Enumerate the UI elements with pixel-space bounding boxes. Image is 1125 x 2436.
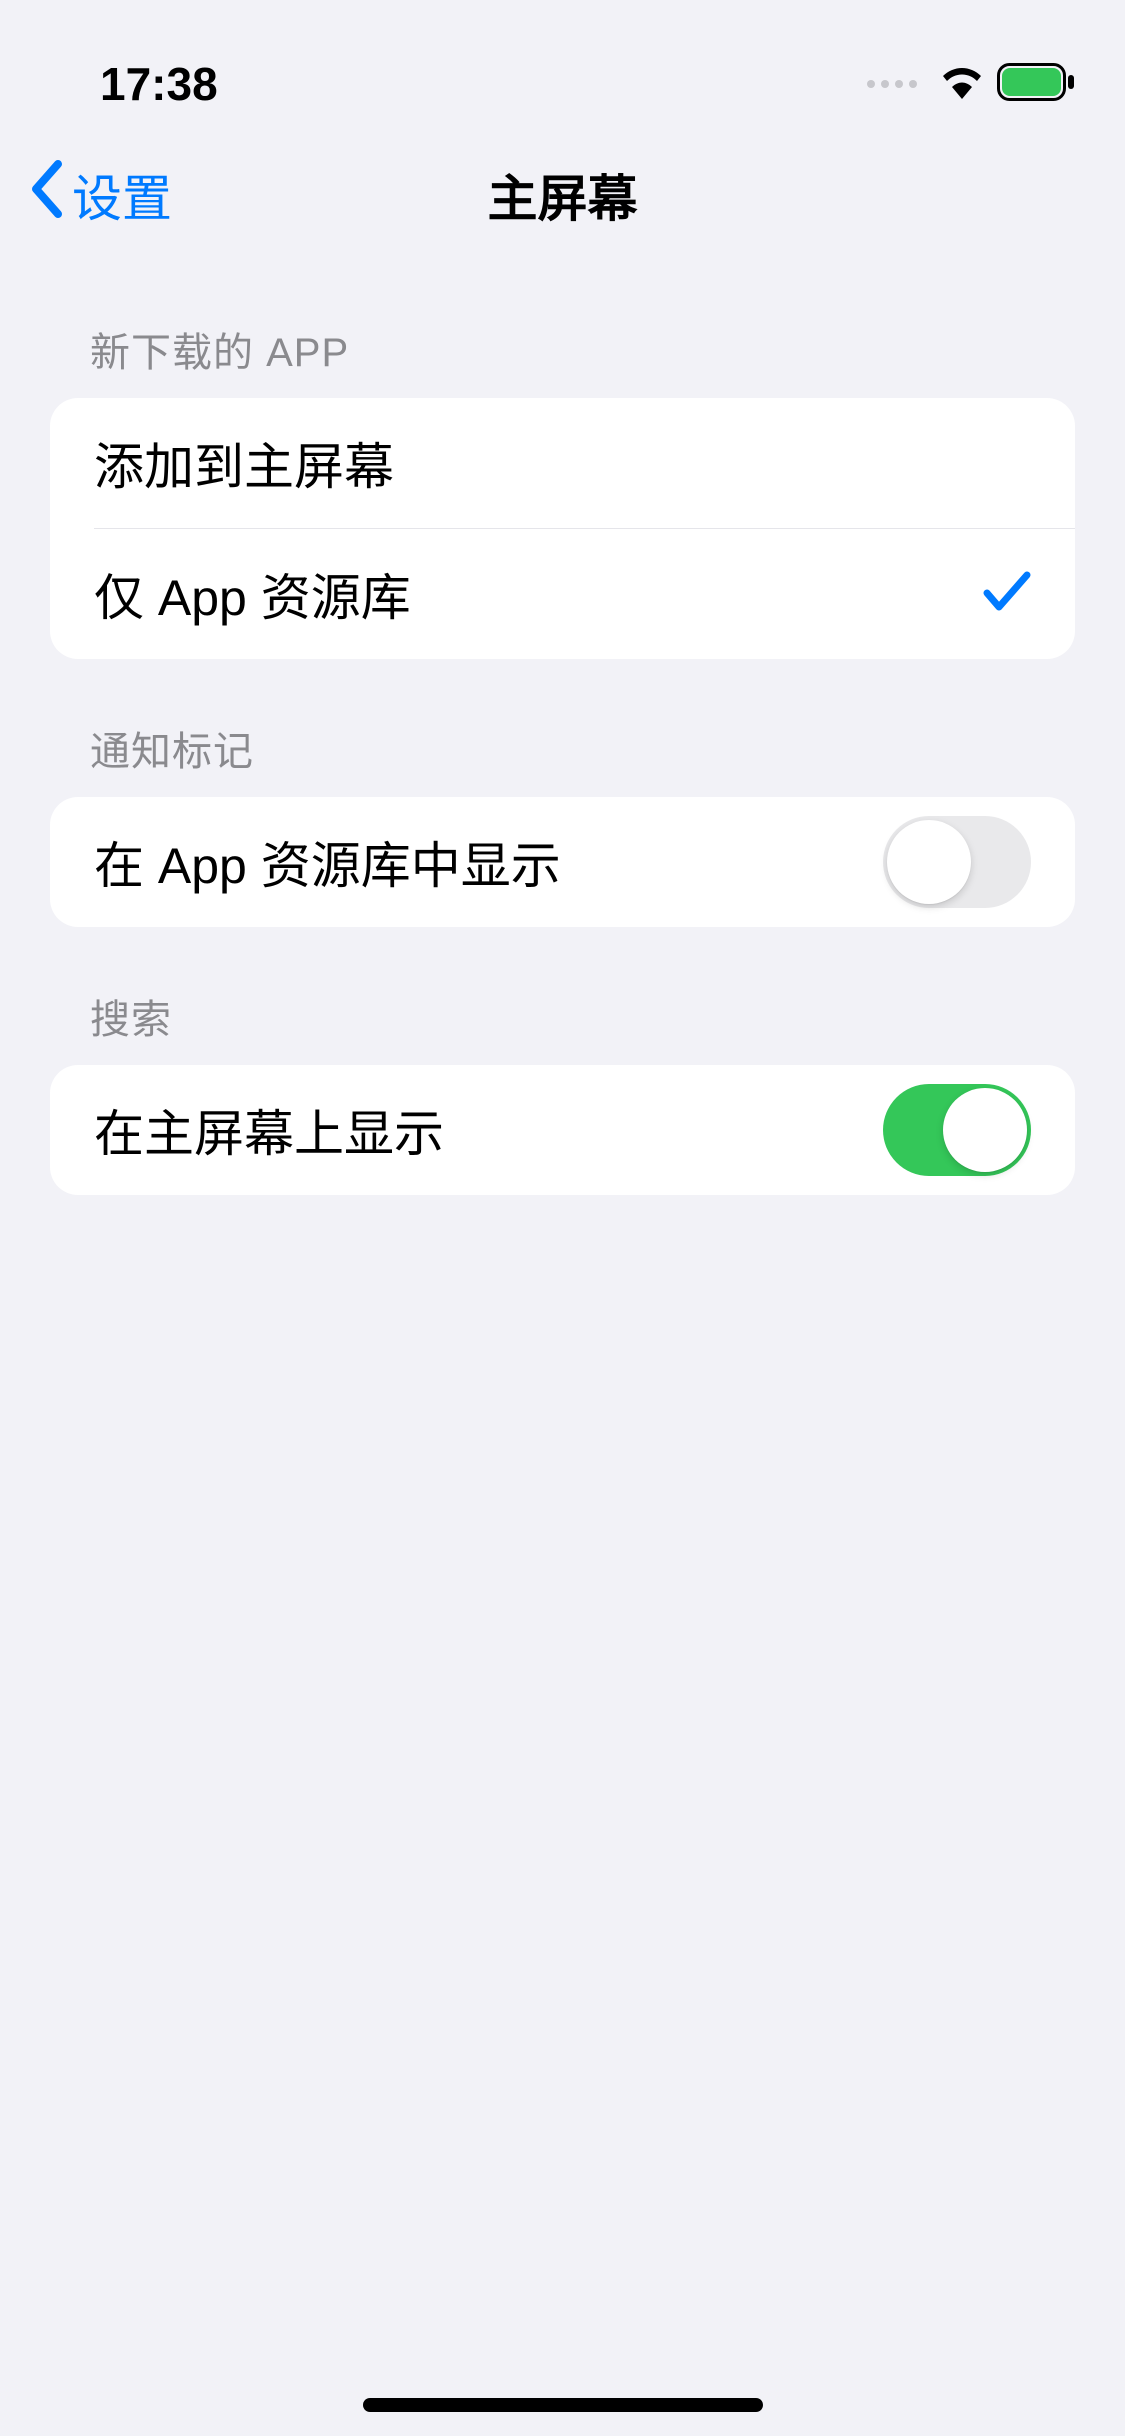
row-label: 在主屏幕上显示 (94, 1094, 444, 1166)
chevron-left-icon (28, 160, 62, 230)
page-title: 主屏幕 (488, 159, 638, 231)
section-header-notification-badges: 通知标记 (50, 659, 1075, 797)
back-button[interactable]: 设置 (28, 159, 172, 231)
group-notification-badges: 在 App 资源库中显示 (50, 797, 1075, 927)
group-new-downloads: 添加到主屏幕 仅 App 资源库 (50, 398, 1075, 659)
row-show-on-home: 在主屏幕上显示 (50, 1065, 1075, 1195)
section-header-search: 搜索 (50, 927, 1075, 1065)
status-right (867, 63, 1075, 106)
switch-knob (887, 820, 971, 904)
back-label: 设置 (72, 159, 172, 231)
battery-icon (997, 63, 1075, 106)
status-time: 17:38 (100, 57, 218, 111)
nav-bar: 设置 主屏幕 (0, 130, 1125, 260)
switch-knob (943, 1088, 1027, 1172)
section-header-new-downloads: 新下载的 APP (50, 260, 1075, 398)
toggle-show-on-home[interactable] (883, 1084, 1031, 1176)
wifi-icon (939, 65, 985, 104)
status-bar: 17:38 (0, 0, 1125, 130)
checkmark-icon (983, 569, 1031, 620)
row-show-in-app-library: 在 App 资源库中显示 (50, 797, 1075, 927)
group-search: 在主屏幕上显示 (50, 1065, 1075, 1195)
toggle-show-in-app-library[interactable] (883, 816, 1031, 908)
home-indicator[interactable] (363, 2398, 763, 2412)
option-label: 仅 App 资源库 (94, 558, 411, 630)
option-add-to-home[interactable]: 添加到主屏幕 (50, 398, 1075, 528)
row-label: 在 App 资源库中显示 (94, 826, 561, 898)
option-app-library-only[interactable]: 仅 App 资源库 (50, 529, 1075, 659)
option-label: 添加到主屏幕 (94, 427, 394, 499)
signal-dots-icon (867, 80, 917, 88)
